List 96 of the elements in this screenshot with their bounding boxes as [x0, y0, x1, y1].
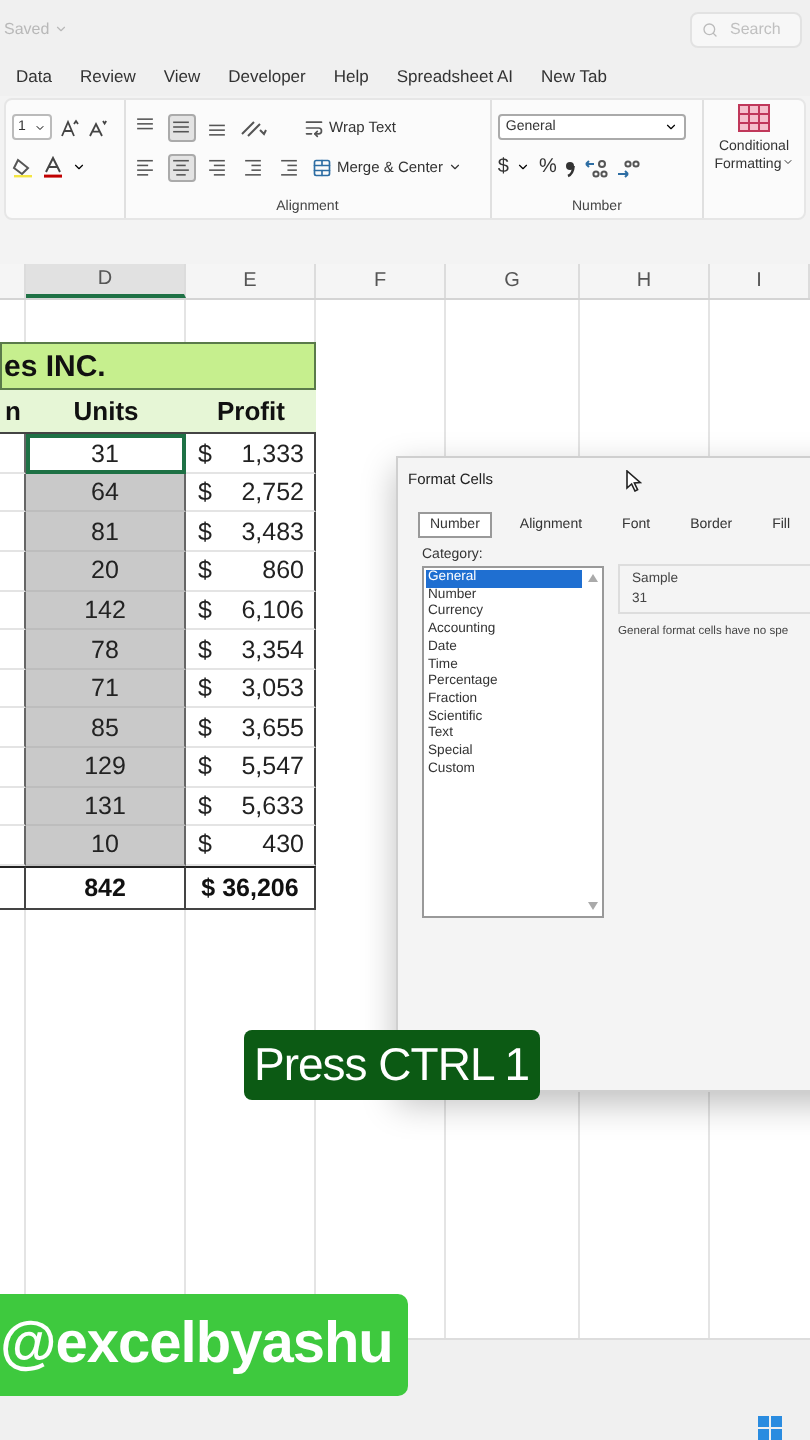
wrap-text-icon	[303, 117, 324, 138]
merge-cells-icon	[311, 157, 332, 178]
currency-symbol: $	[198, 439, 212, 468]
increase-decimal-icon[interactable]	[584, 157, 609, 178]
currency-symbol: $	[198, 595, 212, 624]
currency-symbol: $	[198, 791, 212, 820]
align-center-icon	[170, 156, 193, 179]
currency-symbol: $	[198, 478, 212, 507]
fill-color-icon[interactable]	[12, 156, 34, 179]
windows-start-icon[interactable]	[758, 1416, 782, 1440]
column-heading: Profit	[186, 390, 316, 435]
table-cell: 5,547	[241, 752, 304, 781]
middle-align-button[interactable]	[167, 113, 196, 142]
table-cell[interactable]: 10	[26, 826, 186, 866]
column-header[interactable]: G	[446, 264, 580, 299]
menu-tab[interactable]: Data	[16, 65, 52, 90]
table-cell	[0, 434, 26, 474]
table-cell[interactable]: 85	[26, 708, 186, 748]
table-cell: 860	[262, 556, 304, 585]
column-header[interactable]: I	[710, 264, 810, 299]
column-header[interactable]: H	[580, 264, 710, 299]
caption: Press CTRL 1	[244, 1030, 540, 1100]
table-cell[interactable]: 20	[26, 552, 186, 592]
table-cell: 6,106	[241, 595, 304, 624]
handle-banner: @excelbyashu	[0, 1294, 409, 1396]
table-cell	[0, 630, 26, 670]
chevron-down-icon	[448, 160, 463, 175]
percent-button[interactable]: %	[538, 156, 557, 179]
chevron-down-icon	[781, 155, 794, 168]
menu-tab[interactable]: Spreadsheet AI	[396, 65, 513, 90]
menu-tab[interactable]: Developer	[228, 65, 306, 90]
decrease-decimal-icon[interactable]	[616, 157, 641, 178]
chevron-down-icon	[34, 121, 46, 134]
table-cell: 5,633	[241, 791, 304, 820]
table-cell	[0, 787, 26, 827]
orientation-icon[interactable]	[239, 117, 268, 138]
table-grid-icon	[738, 103, 770, 132]
column-header[interactable]: D	[26, 264, 186, 299]
grow-font-icon[interactable]	[60, 117, 80, 138]
align-left-icon	[134, 156, 157, 179]
currency-symbol: $	[198, 674, 212, 703]
table-cell	[0, 747, 26, 788]
menu-tab[interactable]: Review	[79, 65, 136, 90]
table-cell: 3,053	[241, 674, 304, 703]
table-cell	[0, 826, 26, 866]
menu-tab[interactable]: View	[163, 65, 201, 90]
currency-symbol: $	[198, 752, 212, 781]
table-cell[interactable]: 78	[26, 630, 186, 670]
menu-tab[interactable]: Help	[333, 65, 369, 90]
currency-symbol: $	[198, 517, 212, 546]
table-cell: 430	[262, 830, 304, 859]
table-cell	[0, 512, 26, 553]
column-heading: n	[0, 390, 26, 435]
table-cell: 3,483	[241, 517, 304, 546]
indent-icon	[242, 156, 265, 179]
table-cell[interactable]: 81	[26, 512, 186, 553]
table-cell: 1,333	[241, 439, 304, 468]
chevron-down-icon	[663, 120, 678, 135]
table-cell: 2,752	[241, 478, 304, 507]
total-cell: $ 36,206	[186, 865, 316, 910]
currency-symbol: $	[198, 830, 212, 859]
menu-tab[interactable]: New Tab	[541, 65, 607, 90]
comma-style-icon[interactable]	[564, 157, 577, 178]
dropdown-icon[interactable]	[516, 160, 531, 175]
table-cell	[0, 552, 26, 592]
table-title: es INC.	[0, 342, 316, 391]
table-cell[interactable]: 129	[26, 747, 186, 788]
currency-symbol: $	[198, 556, 212, 585]
table-cell	[0, 669, 26, 709]
shrink-font-icon[interactable]	[88, 117, 108, 138]
column-header[interactable]: E	[186, 264, 316, 299]
middle-align-icon	[170, 116, 193, 139]
font-color-icon[interactable]	[42, 156, 64, 179]
currency-symbol: $	[198, 713, 212, 742]
column-heading: Units	[26, 390, 186, 435]
table-cell: 3,655	[241, 713, 304, 742]
currency-symbol: $	[198, 635, 212, 663]
table-cell[interactable]: 64	[26, 473, 186, 513]
align-center-button[interactable]	[167, 153, 196, 182]
search-icon	[702, 21, 718, 38]
indent-icon	[278, 156, 301, 179]
table-cell[interactable]: 131	[26, 787, 186, 827]
table-cell	[0, 708, 26, 748]
table-cell: 3,354	[241, 635, 304, 663]
dropdown-icon[interactable]	[72, 160, 86, 175]
save-status: Saved	[4, 20, 50, 39]
align-right-icon	[206, 156, 229, 179]
column-header[interactable]: F	[316, 264, 446, 299]
table-cell	[0, 591, 26, 631]
currency-button[interactable]: $	[497, 156, 509, 179]
table-cell[interactable]: 31	[26, 434, 186, 474]
table-cell	[0, 473, 26, 513]
mouse-cursor-icon	[626, 470, 642, 492]
table-cell[interactable]: 142	[26, 591, 186, 631]
table-cell[interactable]: 71	[26, 669, 186, 709]
total-cell: 842	[26, 865, 186, 910]
